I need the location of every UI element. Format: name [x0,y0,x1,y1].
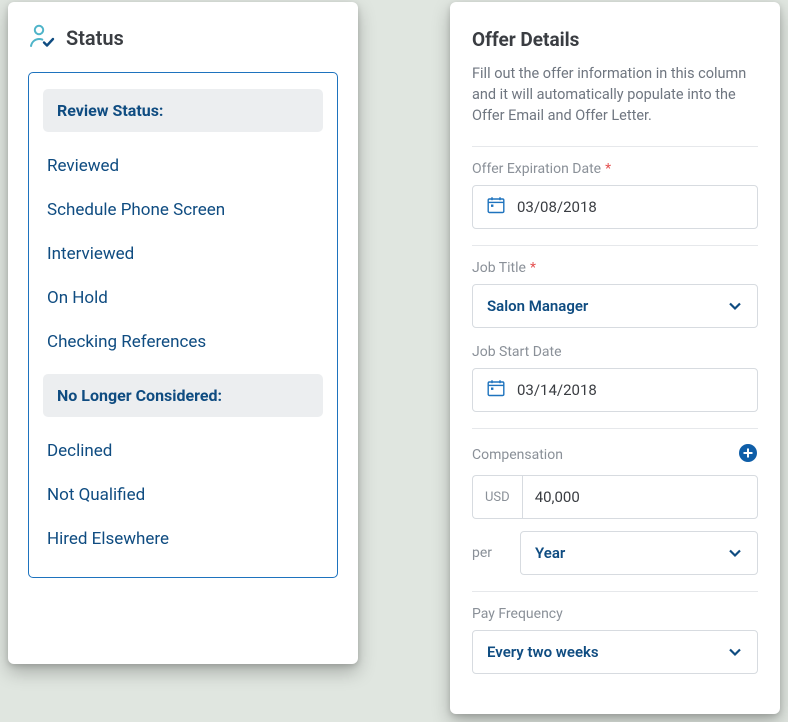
status-item-not-qualified[interactable]: Not Qualified [43,473,323,517]
per-value: Year [535,544,565,562]
chevron-down-icon [727,545,743,561]
job-start-label: Job Start Date [472,344,758,360]
job-start-input[interactable]: 03/14/2018 [472,368,758,412]
required-mark: * [605,161,611,177]
divider [472,428,758,429]
status-item-hired-elsewhere[interactable]: Hired Elsewhere [43,517,323,561]
currency-box[interactable]: USD [472,475,522,519]
pay-frequency-select[interactable]: Every two weeks [472,630,758,674]
calendar-icon [487,379,505,401]
offer-expiration-block: Offer Expiration Date * 03/08/2018 [472,161,758,229]
status-header: Status [28,22,338,54]
compensation-amount-input[interactable]: 40,000 [522,475,758,519]
calendar-icon [487,196,505,218]
chevron-down-icon [727,298,743,314]
job-title-label: Job Title * [472,260,758,276]
job-title-block: Job Title * Salon Manager [472,260,758,328]
offer-expiration-input[interactable]: 03/08/2018 [472,185,758,229]
offer-details-card: Offer Details Fill out the offer informa… [450,2,780,714]
divider [472,245,758,246]
divider [472,591,758,592]
pay-frequency-block: Pay Frequency Every two weeks [472,606,758,674]
person-check-icon [28,22,56,54]
offer-expiration-label: Offer Expiration Date * [472,161,758,177]
compensation-label: Compensation [472,447,563,463]
no-longer-considered-header: No Longer Considered: [43,374,323,417]
review-status-header: Review Status: [43,89,323,132]
status-item-interviewed[interactable]: Interviewed [43,232,323,276]
pay-frequency-value: Every two weeks [487,643,599,661]
job-title-value: Salon Manager [487,297,588,315]
status-item-schedule-phone-screen[interactable]: Schedule Phone Screen [43,188,323,232]
status-card: Status Review Status: Reviewed Schedule … [8,2,358,664]
pay-frequency-label: Pay Frequency [472,606,758,622]
status-item-declined[interactable]: Declined [43,429,323,473]
job-start-value: 03/14/2018 [517,381,597,399]
job-start-label-text: Job Start Date [472,344,562,360]
per-label: per [472,545,506,561]
job-title-select[interactable]: Salon Manager [472,284,758,328]
required-mark: * [530,260,536,276]
offer-title: Offer Details [472,28,758,51]
add-compensation-button[interactable] [738,443,758,467]
status-box: Review Status: Reviewed Schedule Phone S… [28,72,338,578]
per-select[interactable]: Year [520,531,758,575]
compensation-block: Compensation USD 40,000 per Year [472,443,758,575]
compensation-label-text: Compensation [472,447,563,463]
offer-description: Fill out the offer information in this c… [472,63,758,126]
pay-frequency-label-text: Pay Frequency [472,606,563,622]
divider [472,146,758,147]
plus-circle-icon [738,443,758,463]
chevron-down-icon [727,644,743,660]
status-item-checking-references[interactable]: Checking References [43,320,323,364]
job-start-block: Job Start Date 03/14/2018 [472,344,758,412]
status-item-reviewed[interactable]: Reviewed [43,144,323,188]
offer-expiration-label-text: Offer Expiration Date [472,161,601,177]
status-title: Status [66,26,124,50]
offer-expiration-value: 03/08/2018 [517,198,597,216]
job-title-label-text: Job Title [472,260,526,276]
status-item-on-hold[interactable]: On Hold [43,276,323,320]
